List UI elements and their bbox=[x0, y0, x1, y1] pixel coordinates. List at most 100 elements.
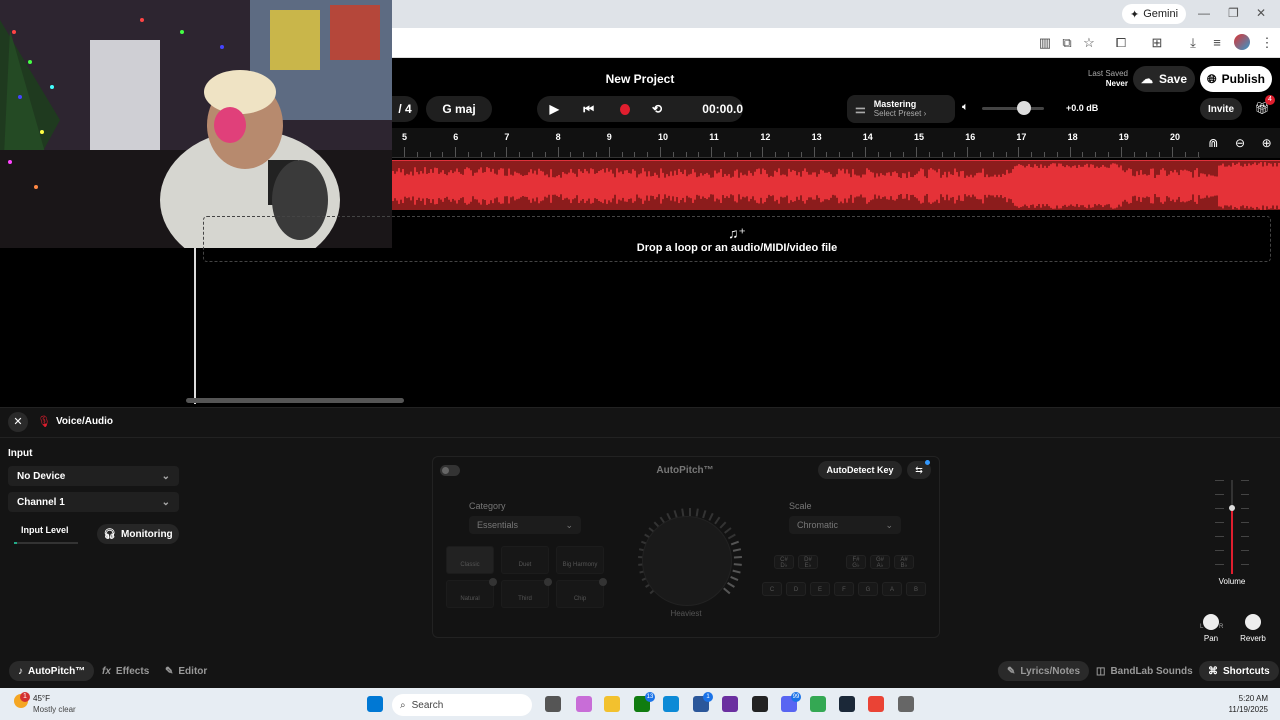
file-explorer-icon[interactable] bbox=[604, 696, 620, 712]
zoom-in-icon[interactable]: ⊕ bbox=[1262, 136, 1272, 150]
timeline-ruler[interactable]: 5 6 7 8 9 10 11 12 13 14 15 16 17 18 19 20 bbox=[392, 128, 1212, 158]
waveform-sample bbox=[1150, 168, 1152, 204]
autodetect-key-button[interactable]: AutoDetect Key bbox=[818, 461, 902, 479]
waveform-sample bbox=[1014, 166, 1016, 206]
more-menu-icon[interactable]: ⋮ bbox=[1258, 34, 1276, 52]
note-d[interactable]: D bbox=[786, 582, 806, 596]
note-a[interactable]: A bbox=[882, 582, 902, 596]
note-a-sharp[interactable]: A# B♭ bbox=[894, 555, 914, 569]
zoom-out-icon[interactable]: ⊖ bbox=[1235, 136, 1245, 150]
steam-icon[interactable] bbox=[839, 696, 855, 712]
playhead[interactable] bbox=[194, 248, 196, 404]
magnet-icon[interactable]: ⋒ bbox=[1208, 136, 1218, 150]
note-g[interactable]: G bbox=[858, 582, 878, 596]
bookmark-star-icon[interactable]: ☆ bbox=[1080, 34, 1098, 52]
profile-avatar[interactable] bbox=[1234, 34, 1250, 50]
note-f-sharp[interactable]: F# G♭ bbox=[846, 555, 866, 569]
style-third[interactable]: Third bbox=[501, 580, 549, 608]
ruler-tick bbox=[1184, 152, 1186, 157]
chrome-icon[interactable] bbox=[810, 696, 826, 712]
clock-time[interactable]: 5:20 AM bbox=[1200, 694, 1268, 703]
restore-button[interactable]: ❐ bbox=[1228, 6, 1239, 20]
master-volume-handle[interactable] bbox=[1017, 101, 1031, 115]
invite-button[interactable]: Invite bbox=[1200, 98, 1242, 120]
minimize-button[interactable]: — bbox=[1198, 6, 1210, 20]
intensity-knob[interactable] bbox=[642, 516, 732, 606]
reading-list-icon[interactable]: ▥ bbox=[1036, 34, 1054, 52]
monitoring-button[interactable]: 🎧︎ Monitoring bbox=[97, 524, 179, 544]
waveform-sample bbox=[1144, 174, 1146, 198]
master-volume-slider[interactable] bbox=[982, 107, 1044, 110]
publish-button[interactable]: 🌐︎ Publish bbox=[1200, 66, 1272, 92]
style-classic[interactable]: Classic bbox=[446, 546, 494, 574]
note-d-sharp[interactable]: D# E♭ bbox=[798, 555, 818, 569]
reverb-knob[interactable] bbox=[1245, 614, 1261, 630]
clock-date[interactable]: 11/19/2025 bbox=[1200, 705, 1268, 714]
shortcuts-button[interactable]: ⌘ Shortcuts bbox=[1199, 661, 1279, 681]
tab-label: Editor bbox=[178, 665, 208, 677]
note-c[interactable]: C bbox=[762, 582, 782, 596]
tab-effects[interactable]: fx Effects bbox=[93, 661, 158, 681]
tab-search-icon[interactable]: ⊞ bbox=[1148, 34, 1166, 52]
drop-zone[interactable]: ♫⁺ Drop a loop or an audio/MIDI/video fi… bbox=[203, 216, 1271, 262]
project-title[interactable]: New Project bbox=[540, 72, 740, 86]
weather-description[interactable]: Mostly clear bbox=[33, 705, 76, 714]
save-button[interactable]: ☁ Save bbox=[1133, 66, 1195, 92]
note-c-sharp[interactable]: C# D♭ bbox=[774, 555, 794, 569]
gemini-button[interactable]: ✦ Gemini bbox=[1122, 4, 1187, 24]
audio-region-waveform[interactable] bbox=[392, 160, 1280, 210]
note-g-sharp[interactable]: G# A♭ bbox=[870, 555, 890, 569]
waveform-sample bbox=[1256, 165, 1258, 207]
waveform-sample bbox=[548, 177, 550, 195]
device-dropdown[interactable]: No Device ⌄ bbox=[8, 466, 179, 486]
install-app-icon[interactable]: ⧉ bbox=[1058, 34, 1076, 52]
download-icon[interactable]: ⤓ bbox=[1184, 34, 1202, 52]
bandlab-sounds-button[interactable]: ◫ BandLab Sounds bbox=[1087, 661, 1202, 681]
scale-dropdown[interactable]: Chromatic ⌄ bbox=[789, 516, 901, 534]
media-control-icon[interactable]: ≡ bbox=[1208, 34, 1226, 52]
extensions-icon[interactable]: ⧠ bbox=[1112, 34, 1130, 52]
time-signature[interactable]: / 4 bbox=[392, 96, 418, 122]
chrome-profile-icon[interactable] bbox=[868, 696, 884, 712]
skip-back-icon[interactable]: ⏮ bbox=[581, 102, 595, 117]
edge-icon[interactable] bbox=[663, 696, 679, 712]
channel-dropdown[interactable]: Channel 1 ⌄ bbox=[8, 492, 179, 512]
loop-icon[interactable]: ⟲ bbox=[650, 102, 664, 116]
waveform-sample bbox=[760, 174, 762, 198]
horizontal-scrollbar[interactable] bbox=[186, 398, 404, 403]
waveform-sample bbox=[566, 174, 568, 198]
tab-autopitch[interactable]: ♪ AutoPitch™ bbox=[9, 661, 95, 681]
key-selector[interactable]: G maj bbox=[426, 96, 492, 122]
copilot-icon[interactable] bbox=[576, 696, 592, 712]
close-window-button[interactable]: ✕ bbox=[1256, 6, 1266, 20]
style-big-harmony[interactable]: Big Harmony bbox=[556, 546, 604, 574]
media-app-icon[interactable] bbox=[722, 696, 738, 712]
windows-start-icon[interactable] bbox=[367, 696, 383, 712]
note-f[interactable]: F bbox=[834, 582, 854, 596]
note-b[interactable]: B bbox=[906, 582, 926, 596]
waveform-sample bbox=[970, 174, 972, 198]
mastering-button[interactable]: ⚌ Mastering Select Preset › bbox=[847, 95, 955, 123]
tab-editor[interactable]: ✎ Editor bbox=[156, 661, 216, 681]
style-chip[interactable]: Chip bbox=[556, 580, 604, 608]
pencil-icon: ✎ bbox=[1007, 665, 1016, 677]
style-duet[interactable]: Duet bbox=[501, 546, 549, 574]
pan-knob[interactable] bbox=[1203, 614, 1219, 630]
lyrics-notes-button[interactable]: ✎ Lyrics/Notes bbox=[998, 661, 1090, 681]
style-natural[interactable]: Natural bbox=[446, 580, 494, 608]
taskbar-search[interactable]: ⌕ Search bbox=[392, 694, 532, 716]
track-volume-handle[interactable] bbox=[1229, 505, 1235, 511]
publish-label: Publish bbox=[1221, 72, 1265, 86]
obs-icon[interactable] bbox=[752, 696, 768, 712]
weather-temperature[interactable]: 45°F bbox=[33, 694, 50, 703]
waveform-sample bbox=[772, 176, 774, 196]
category-dropdown[interactable]: Essentials ⌄ bbox=[469, 516, 581, 534]
record-icon[interactable] bbox=[619, 103, 630, 115]
task-view-icon[interactable] bbox=[545, 696, 561, 712]
play-icon[interactable]: ▶ bbox=[547, 102, 561, 116]
waveform-sample bbox=[792, 170, 794, 202]
close-panel-button[interactable]: ✕ bbox=[8, 412, 28, 432]
settings-gear-icon[interactable] bbox=[898, 696, 914, 712]
note-e[interactable]: E bbox=[810, 582, 830, 596]
speaker-mute-icon[interactable]: 🔈︎ bbox=[962, 101, 969, 114]
